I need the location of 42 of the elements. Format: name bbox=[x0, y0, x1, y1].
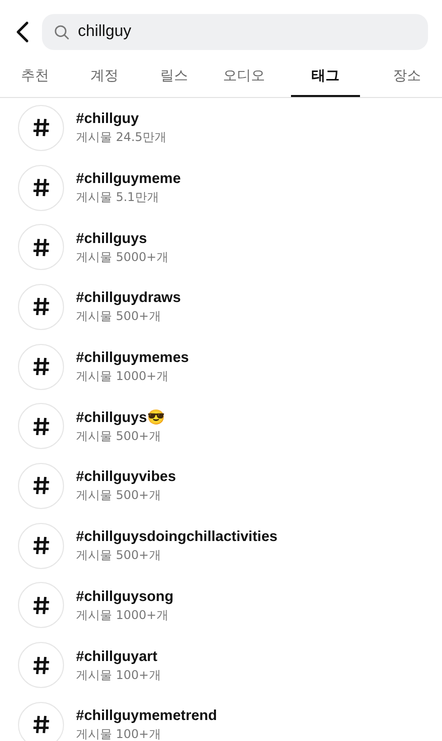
hashtag-icon bbox=[18, 522, 64, 569]
hashtag-icon bbox=[18, 164, 64, 211]
post-count: 게시물 5000+개 bbox=[76, 248, 168, 265]
hashtag-icon bbox=[18, 702, 64, 741]
post-count: 게시물 500+개 bbox=[76, 547, 161, 564]
hashtag-name[interactable]: #chillguymemetrend bbox=[76, 707, 218, 726]
tab[interactable]: 장소 bbox=[372, 64, 442, 97]
hashtag-name[interactable]: #chillguymeme bbox=[76, 170, 181, 190]
post-count: 게시물 5.1만개 bbox=[76, 189, 159, 206]
hashtag-name[interactable]: #chillguysdoingchillactivities bbox=[76, 528, 278, 548]
search-field[interactable]: chillguy bbox=[42, 14, 428, 50]
hashtag-icon bbox=[18, 462, 64, 509]
post-count: 게시물 100+개 bbox=[76, 666, 161, 683]
hashtag-icon bbox=[18, 284, 64, 330]
hashtag-name[interactable]: #chillguy bbox=[76, 110, 139, 130]
hashtag-icon bbox=[18, 224, 64, 270]
hashtag-name[interactable]: #chillguys bbox=[76, 230, 147, 249]
hashtag-icon bbox=[18, 344, 64, 390]
hashtag-icon bbox=[18, 403, 64, 450]
tab[interactable]: 오디오 bbox=[209, 64, 279, 97]
hashtag-icon bbox=[18, 104, 64, 151]
hashtag-name[interactable]: #chillguys😎 bbox=[76, 408, 165, 428]
tab[interactable]: 태그 bbox=[290, 64, 360, 97]
hashtag-icon bbox=[18, 642, 64, 688]
hashtag-name[interactable]: #chillguydraws bbox=[76, 289, 181, 308]
post-count: 게시물 500+개 bbox=[76, 428, 161, 444]
post-count: 게시물 1000+개 bbox=[76, 368, 168, 384]
search-icon bbox=[54, 24, 70, 40]
post-count: 게시물 1000+개 bbox=[76, 606, 168, 623]
hashtag-name[interactable]: #chillguysong bbox=[76, 588, 174, 607]
hashtag-name[interactable]: #chillguyart bbox=[76, 648, 158, 667]
tab[interactable]: 릴스 bbox=[139, 64, 210, 97]
tab[interactable]: 추천 bbox=[0, 64, 70, 97]
hashtag-name[interactable]: #chillguyvibes bbox=[76, 468, 176, 488]
hashtag-name[interactable]: #chillguymemes bbox=[76, 349, 189, 368]
post-count: 게시물 100+개 bbox=[76, 726, 161, 741]
post-count: 게시물 500+개 bbox=[76, 308, 161, 324]
post-count: 게시물 24.5만개 bbox=[76, 129, 167, 146]
back-icon[interactable] bbox=[15, 21, 29, 43]
post-count: 게시물 500+개 bbox=[76, 487, 161, 504]
hashtag-icon bbox=[18, 582, 64, 628]
tab[interactable]: 계정 bbox=[70, 64, 140, 97]
